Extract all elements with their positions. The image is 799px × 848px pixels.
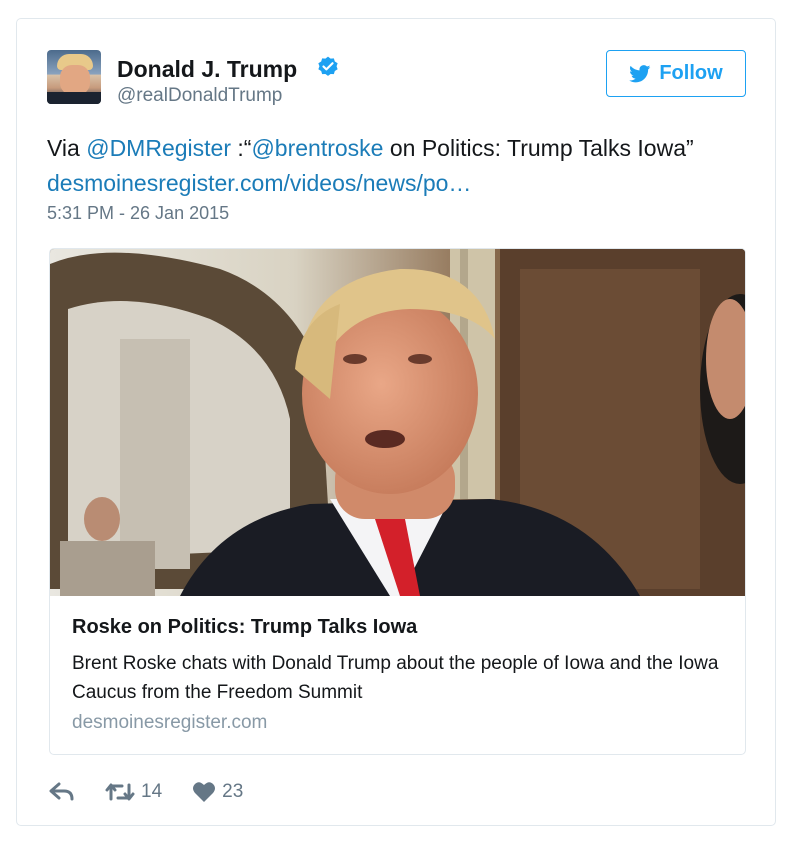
follow-button-label: Follow	[659, 62, 723, 84]
card-description: Brent Roske chats with Donald Trump abou…	[72, 653, 719, 703]
reply-button[interactable]	[49, 781, 75, 803]
author-handle[interactable]: @realDonaldTrump	[117, 85, 282, 107]
tweet-text: Via @DMRegister :“@brentroske on Politic…	[47, 131, 757, 201]
heart-icon	[193, 782, 216, 802]
reply-icon	[49, 782, 74, 801]
like-count: 23	[222, 781, 244, 802]
retweet-count: 14	[141, 781, 163, 802]
link-card[interactable]: Roske on Politics: Trump Talks Iowa Bren…	[49, 248, 746, 755]
tweet-actions: 14 23	[49, 777, 273, 807]
mention-brentroske[interactable]: @brentroske	[251, 135, 383, 161]
tweet-middle: :“	[230, 135, 252, 161]
twitter-bird-icon	[629, 64, 651, 82]
author-name[interactable]: Donald J. Trump	[117, 56, 297, 83]
avatar[interactable]	[47, 50, 101, 104]
avatar-suit	[47, 92, 101, 104]
follow-button[interactable]: Follow	[606, 50, 746, 97]
mention-dmregister[interactable]: @DMRegister	[86, 135, 231, 161]
card-title[interactable]: Roske on Politics: Trump Talks Iowa	[72, 616, 417, 639]
tweet-suffix: on Politics: Trump Talks Iowa”	[383, 135, 694, 161]
avatar-face	[60, 65, 90, 95]
tweet-link[interactable]: desmoinesregister.com/videos/news/po…	[47, 170, 471, 196]
tweet-card: Donald J. Trump @realDonaldTrump Follow …	[16, 18, 776, 826]
verified-badge-icon	[318, 56, 338, 76]
card-domain[interactable]: desmoinesregister.com	[72, 712, 267, 734]
retweet-button[interactable]: 14	[105, 781, 162, 803]
tweet-prefix: Via	[47, 135, 87, 161]
like-button[interactable]: 23	[192, 781, 243, 803]
card-photo	[50, 249, 745, 596]
tweet-timestamp[interactable]: 5:31 PM - 26 Jan 2015	[47, 203, 229, 224]
retweet-icon	[105, 783, 135, 801]
card-image[interactable]	[50, 249, 745, 596]
